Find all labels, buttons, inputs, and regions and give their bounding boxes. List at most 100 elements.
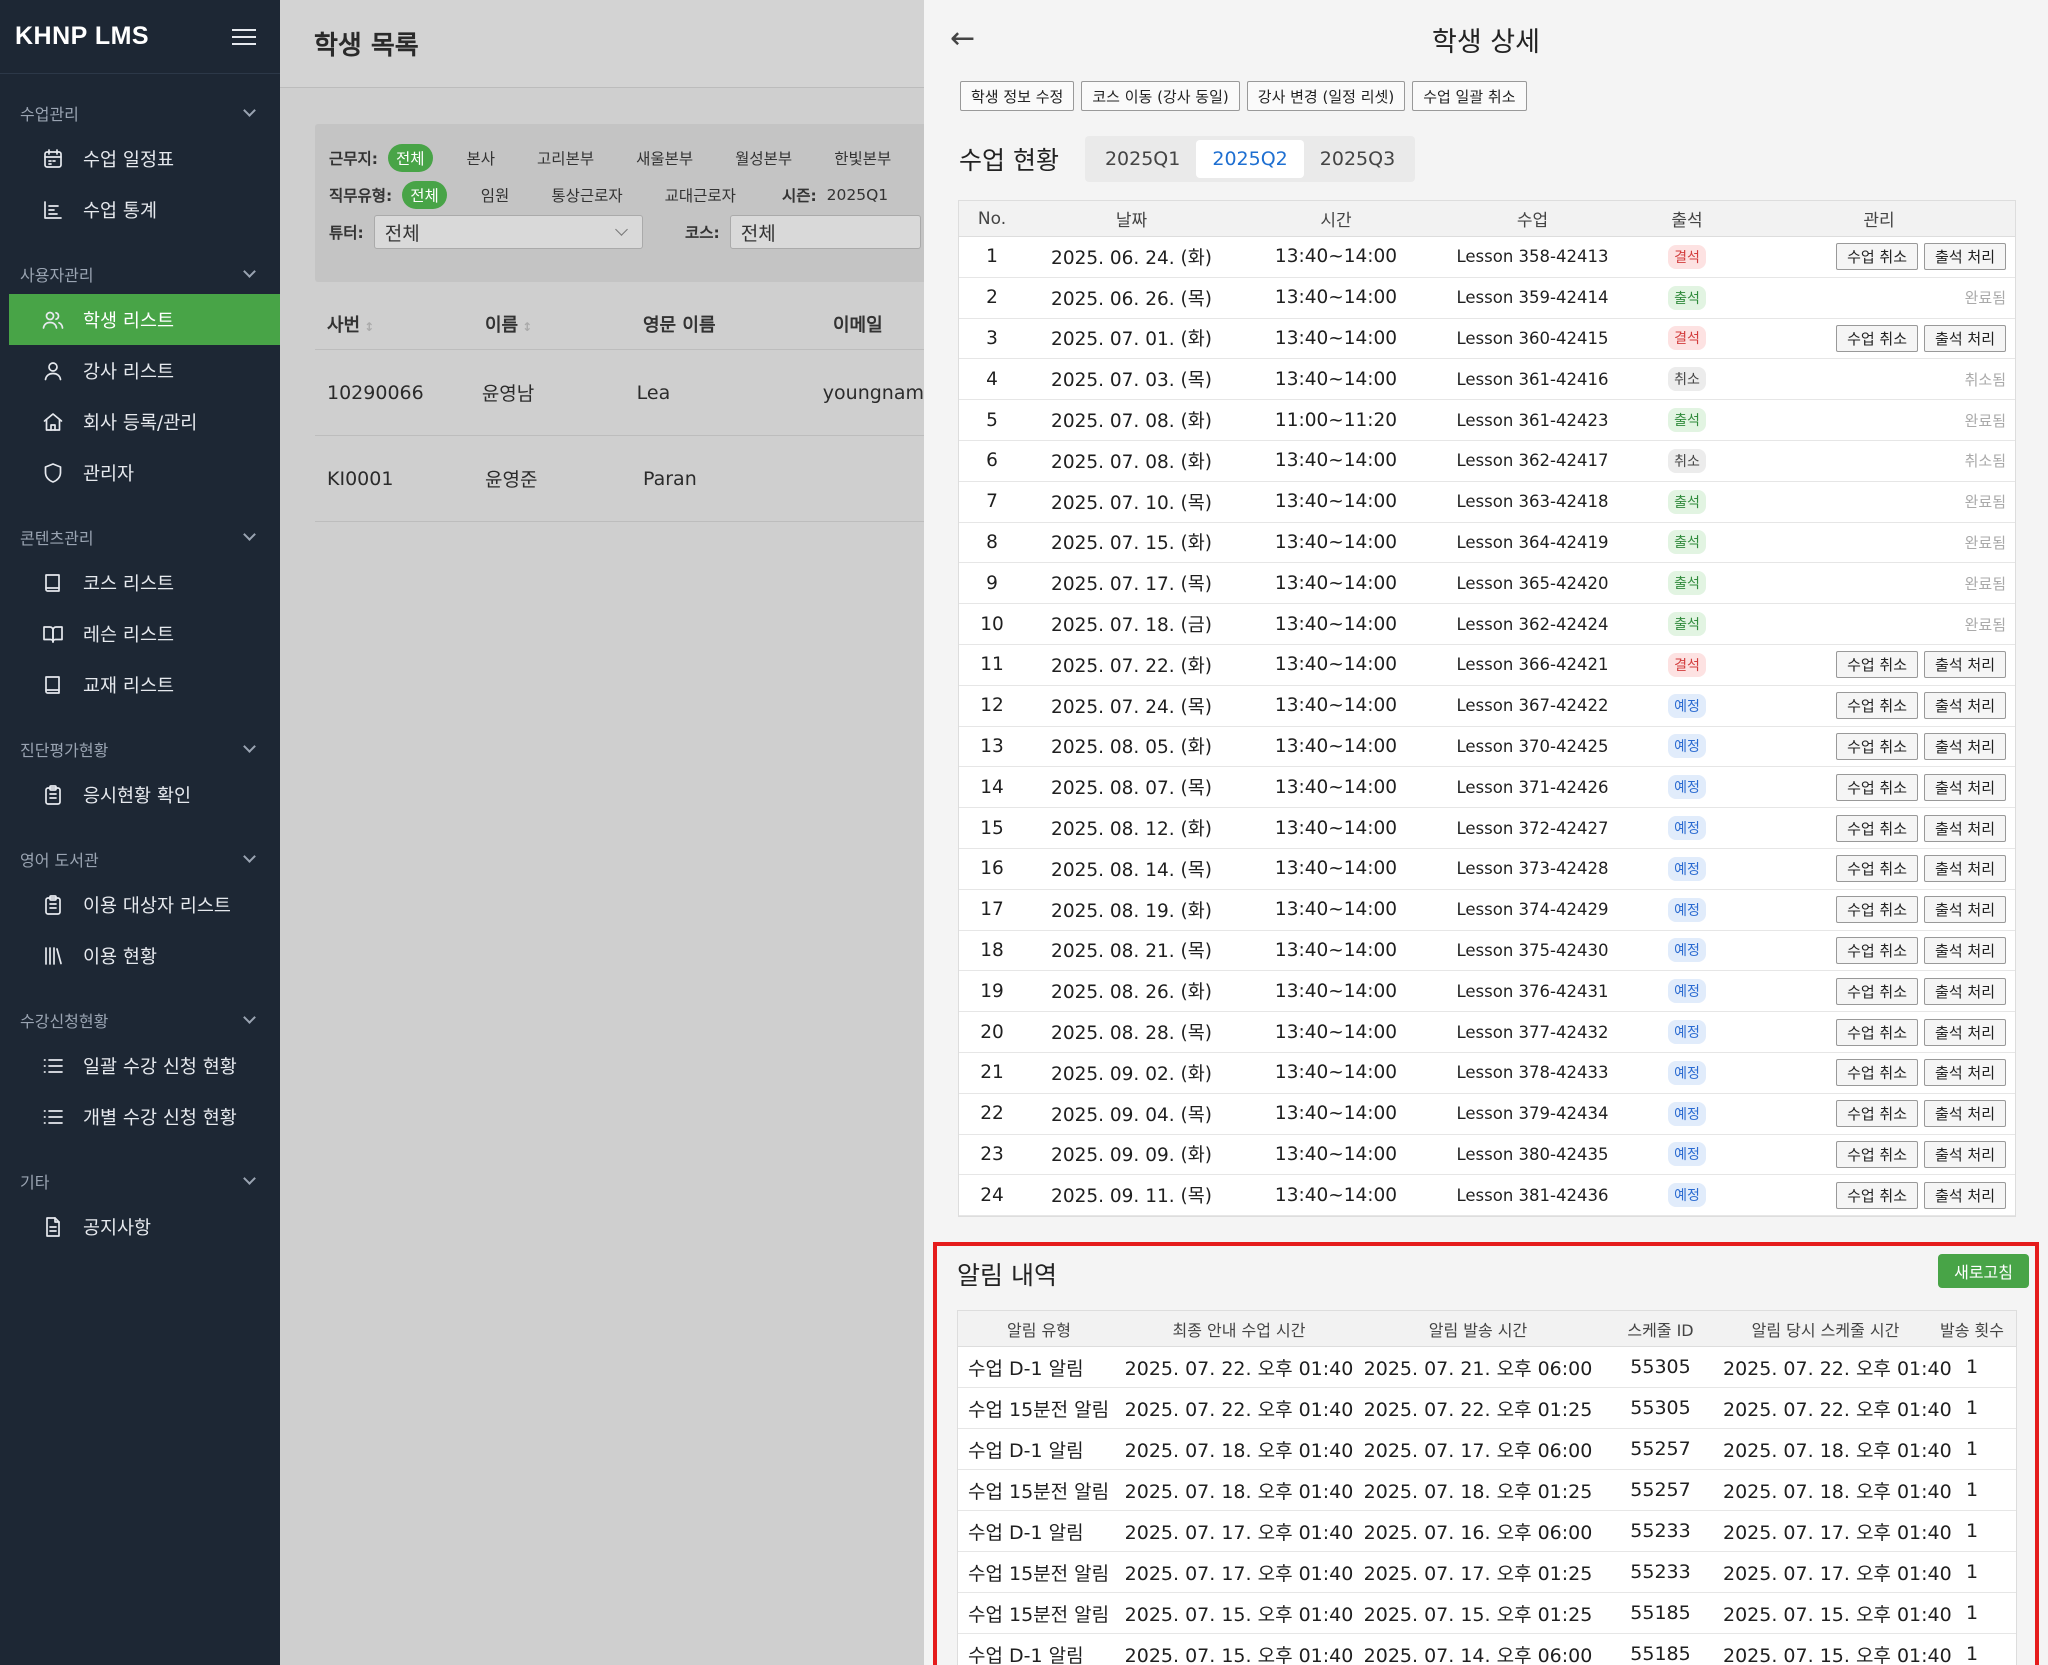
mark-attendance-button[interactable]: 출석 처리 bbox=[1924, 324, 2006, 352]
sidebar-section-header[interactable]: 사용자관리 bbox=[0, 254, 280, 294]
sidebar-item[interactable]: 이용 대상자 리스트 bbox=[9, 879, 280, 930]
mark-attendance-button[interactable]: 출석 처리 bbox=[1924, 855, 2006, 883]
sidebar-item[interactable]: 학생 리스트 bbox=[9, 294, 280, 345]
hamburger-menu-icon[interactable] bbox=[232, 27, 258, 47]
cancel-lesson-button[interactable]: 수업 취소 bbox=[1836, 896, 1919, 924]
sidebar-item[interactable]: 코스 리스트 bbox=[9, 557, 280, 608]
refresh-button[interactable]: 새로고침 bbox=[1938, 1254, 2029, 1288]
mark-attendance-button[interactable]: 출석 처리 bbox=[1924, 651, 2006, 679]
attendance-cell: 예정 bbox=[1631, 897, 1743, 922]
workplace-option[interactable]: 새울본부 bbox=[628, 144, 701, 172]
schedule-no: 19 bbox=[980, 980, 1004, 1002]
schedule-lesson: Lesson 359-42414 bbox=[1456, 288, 1609, 308]
sidebar-item[interactable]: 일괄 수강 신청 현황 bbox=[9, 1040, 280, 1091]
mark-attendance-button[interactable]: 출석 처리 bbox=[1924, 936, 2006, 964]
sidebar-section-header[interactable]: 영어 도서관 bbox=[0, 839, 280, 879]
schedule-date: 2025. 08. 19. (화) bbox=[1051, 900, 1212, 922]
cancel-lesson-button[interactable]: 수업 취소 bbox=[1836, 651, 1919, 679]
workplace-option[interactable]: 본사 bbox=[459, 144, 504, 172]
cancel-lesson-button[interactable]: 수업 취소 bbox=[1836, 324, 1919, 352]
mark-attendance-button[interactable]: 출석 처리 bbox=[1924, 1181, 2006, 1209]
mark-attendance-button[interactable]: 출석 처리 bbox=[1924, 896, 2006, 924]
col-manage: 관리 bbox=[1863, 211, 1895, 231]
mark-attendance-button[interactable]: 출석 처리 bbox=[1924, 243, 2006, 271]
sidebar-item[interactable]: 수업 통계 bbox=[9, 184, 280, 235]
attendance-badge: 출석 bbox=[1668, 612, 1706, 637]
sidebar-item[interactable]: 강사 리스트 bbox=[9, 345, 280, 396]
cancel-lesson-button[interactable]: 수업 취소 bbox=[1836, 814, 1919, 842]
sidebar-item[interactable]: 교재 리스트 bbox=[9, 659, 280, 710]
attendance-badge: 결석 bbox=[1668, 326, 1706, 351]
attendance-badge: 출석 bbox=[1668, 489, 1706, 514]
attendance-cell: 출석 bbox=[1631, 612, 1743, 637]
attendance-cell: 예정 bbox=[1631, 1142, 1743, 1167]
mark-attendance-button[interactable]: 출석 처리 bbox=[1924, 732, 2006, 760]
mark-attendance-button[interactable]: 출석 처리 bbox=[1924, 1059, 2006, 1087]
sidebar-section-header[interactable]: 진단평가현황 bbox=[0, 729, 280, 769]
list-icon bbox=[41, 1054, 65, 1078]
cancel-lesson-button[interactable]: 수업 취소 bbox=[1836, 977, 1919, 1005]
cancel-lesson-button[interactable]: 수업 취소 bbox=[1836, 1181, 1919, 1209]
table-row[interactable]: 10290066 윤영남 Lea youngnam bbox=[315, 350, 924, 436]
sidebar-item[interactable]: 레슨 리스트 bbox=[9, 608, 280, 659]
cancel-lesson-button[interactable]: 수업 취소 bbox=[1836, 692, 1919, 720]
jobtype-option[interactable]: 임원 bbox=[473, 181, 518, 209]
season-filter-value[interactable]: 2025Q1 bbox=[827, 186, 889, 204]
workplace-option[interactable]: 고리본부 bbox=[529, 144, 602, 172]
jobtype-option[interactable]: 전체 bbox=[402, 181, 447, 209]
cancel-lesson-button[interactable]: 수업 취소 bbox=[1836, 1059, 1919, 1087]
attendance-badge: 예정 bbox=[1668, 816, 1706, 841]
season-tab[interactable]: 2025Q2 bbox=[1196, 140, 1304, 178]
sidebar-item[interactable]: 공지사항 bbox=[9, 1201, 280, 1252]
workplace-option[interactable]: 전체 bbox=[387, 144, 433, 172]
mark-attendance-button[interactable]: 출석 처리 bbox=[1924, 977, 2006, 1005]
cancel-lesson-button[interactable]: 수업 취소 bbox=[1836, 936, 1919, 964]
mark-attendance-button[interactable]: 출석 처리 bbox=[1924, 692, 2006, 720]
mark-attendance-button[interactable]: 출석 처리 bbox=[1924, 773, 2006, 801]
schedule-table-header: No. 날짜 시간 수업 출석 관리 bbox=[959, 201, 2015, 237]
sidebar-item[interactable]: 이용 현황 bbox=[9, 930, 280, 981]
mark-attendance-button[interactable]: 출석 처리 bbox=[1924, 1140, 2006, 1168]
cancel-lesson-button[interactable]: 수업 취소 bbox=[1836, 732, 1919, 760]
mark-attendance-button[interactable]: 출석 처리 bbox=[1924, 1018, 2006, 1046]
sidebar-item[interactable]: 응시현황 확인 bbox=[9, 769, 280, 820]
schedule-row: 9 2025. 07. 17. (목) 13:40~14:00 Lesson 365-… bbox=[959, 563, 2015, 605]
notification-row: 수업 D-1 알림 2025. 07. 18. 오후 01:40 2025. 07.… bbox=[958, 1429, 2016, 1470]
schedule-time: 13:40~14:00 bbox=[1274, 654, 1398, 676]
cancel-lesson-button[interactable]: 수업 취소 bbox=[1836, 243, 1919, 271]
sidebar-section-header[interactable]: 콘텐츠관리 bbox=[0, 517, 280, 557]
detail-action-button[interactable]: 학생 정보 수정 bbox=[960, 81, 1075, 111]
detail-action-button[interactable]: 코스 이동 (강사 동일) bbox=[1081, 81, 1240, 111]
sidebar-item[interactable]: 관리자 bbox=[9, 447, 280, 498]
cancel-lesson-button[interactable]: 수업 취소 bbox=[1836, 773, 1919, 801]
mark-attendance-button[interactable]: 출석 처리 bbox=[1924, 814, 2006, 842]
schedule-lesson: Lesson 361-42423 bbox=[1456, 410, 1609, 430]
course-select[interactable]: 전체 bbox=[729, 215, 921, 249]
workplace-option[interactable]: 월성본부 bbox=[727, 144, 800, 172]
cancel-lesson-button[interactable]: 수업 취소 bbox=[1836, 1140, 1919, 1168]
detail-action-button[interactable]: 강사 변경 (일정 리셋) bbox=[1246, 81, 1406, 111]
schedule-row: 12 2025. 07. 24. (목) 13:40~14:00 Lesson 367… bbox=[959, 686, 2015, 727]
cancel-lesson-button[interactable]: 수업 취소 bbox=[1836, 1100, 1919, 1128]
sidebar-item[interactable]: 개별 수강 신청 현황 bbox=[9, 1091, 280, 1142]
table-row[interactable]: KI0001 윤영준 Paran bbox=[315, 436, 924, 522]
column-name[interactable]: 이름 ↕ bbox=[473, 311, 631, 337]
season-tab[interactable]: 2025Q1 bbox=[1089, 140, 1196, 178]
column-employee-id[interactable]: 사번 ↕ bbox=[315, 311, 473, 337]
sidebar-item[interactable]: 회사 등록/관리 bbox=[9, 396, 280, 447]
cancel-lesson-button[interactable]: 수업 취소 bbox=[1836, 855, 1919, 883]
sidebar-section-header[interactable]: 기타 bbox=[0, 1161, 280, 1201]
sidebar-section-header[interactable]: 수강신청현황 bbox=[0, 1000, 280, 1040]
sidebar-section-header[interactable]: 수업관리 bbox=[0, 93, 280, 133]
cancel-lesson-button[interactable]: 수업 취소 bbox=[1836, 1018, 1919, 1046]
sidebar-section-title: 영어 도서관 bbox=[20, 851, 99, 870]
tutor-select-value: 전체 bbox=[384, 222, 420, 245]
detail-action-button[interactable]: 수업 일괄 취소 bbox=[1412, 81, 1527, 111]
workplace-option[interactable]: 한빛본부 bbox=[826, 144, 899, 172]
jobtype-option[interactable]: 교대근로자 bbox=[657, 181, 744, 209]
sidebar-item[interactable]: 수업 일정표 bbox=[9, 133, 280, 184]
tutor-select[interactable]: 전체 bbox=[373, 215, 643, 249]
jobtype-option[interactable]: 통상근로자 bbox=[543, 181, 630, 209]
mark-attendance-button[interactable]: 출석 처리 bbox=[1924, 1100, 2006, 1128]
season-tab[interactable]: 2025Q3 bbox=[1304, 140, 1411, 178]
